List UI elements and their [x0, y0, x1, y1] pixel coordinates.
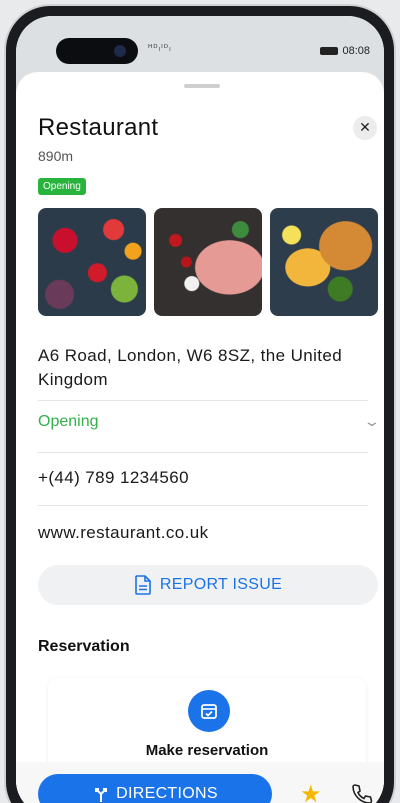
close-button[interactable]: ✕	[353, 116, 377, 140]
phone-number[interactable]: +(44) 789 1234560	[38, 468, 189, 488]
reservation-heading: Reservation	[38, 638, 130, 655]
report-issue-button[interactable]: REPORT ISSUE	[38, 565, 378, 605]
directions-label: DIRECTIONS	[116, 785, 218, 802]
front-camera	[56, 38, 138, 64]
meat-photo[interactable]	[154, 208, 262, 316]
report-issue-label: REPORT ISSUE	[159, 576, 283, 593]
battery-icon	[320, 47, 339, 55]
sheet-drag-handle[interactable]	[184, 84, 220, 88]
place-title: Restaurant	[38, 114, 159, 141]
phone-frame: ᴴᴰₗᴵᴰₗ 08:08 Restaurant 890m ✕ Opening A…	[6, 6, 394, 803]
place-details-sheet: Restaurant 890m ✕ Opening A6 Road, Londo…	[16, 72, 384, 803]
close-icon: ✕	[359, 120, 371, 136]
calendar-check-icon	[188, 690, 230, 732]
divider	[38, 452, 368, 453]
status-badge: Opening	[38, 178, 86, 195]
directions-button[interactable]: DIRECTIONS	[38, 774, 272, 803]
make-reservation-label: Make reservation	[145, 742, 269, 759]
fruit-photo[interactable]	[38, 208, 146, 316]
chevron-down-icon: ⌄	[363, 414, 381, 430]
website-link[interactable]: www.restaurant.co.uk	[38, 523, 209, 543]
place-distance: 890m	[38, 148, 74, 164]
signal-icon: ᴴᴰₗᴵᴰₗ	[148, 44, 172, 54]
document-icon	[135, 575, 151, 595]
divider	[38, 505, 368, 506]
opening-hours-row[interactable]: Opening ⌄	[38, 402, 381, 442]
status-time: 08:08	[342, 45, 370, 57]
divider	[38, 400, 368, 401]
place-address: A6 Road, London, W6 8SZ, the United King…	[38, 346, 343, 389]
phone-icon[interactable]	[350, 782, 374, 803]
screen: ᴴᴰₗᴵᴰₗ 08:08 Restaurant 890m ✕ Opening A…	[16, 16, 384, 803]
star-icon[interactable]: ★	[300, 780, 322, 803]
status-right: 08:08	[320, 45, 370, 57]
opening-hours-label: Opening	[38, 413, 99, 430]
directions-arrow-icon	[95, 788, 108, 802]
photo-carousel[interactable]	[38, 208, 384, 318]
fish-and-chips-photo[interactable]	[270, 208, 378, 316]
